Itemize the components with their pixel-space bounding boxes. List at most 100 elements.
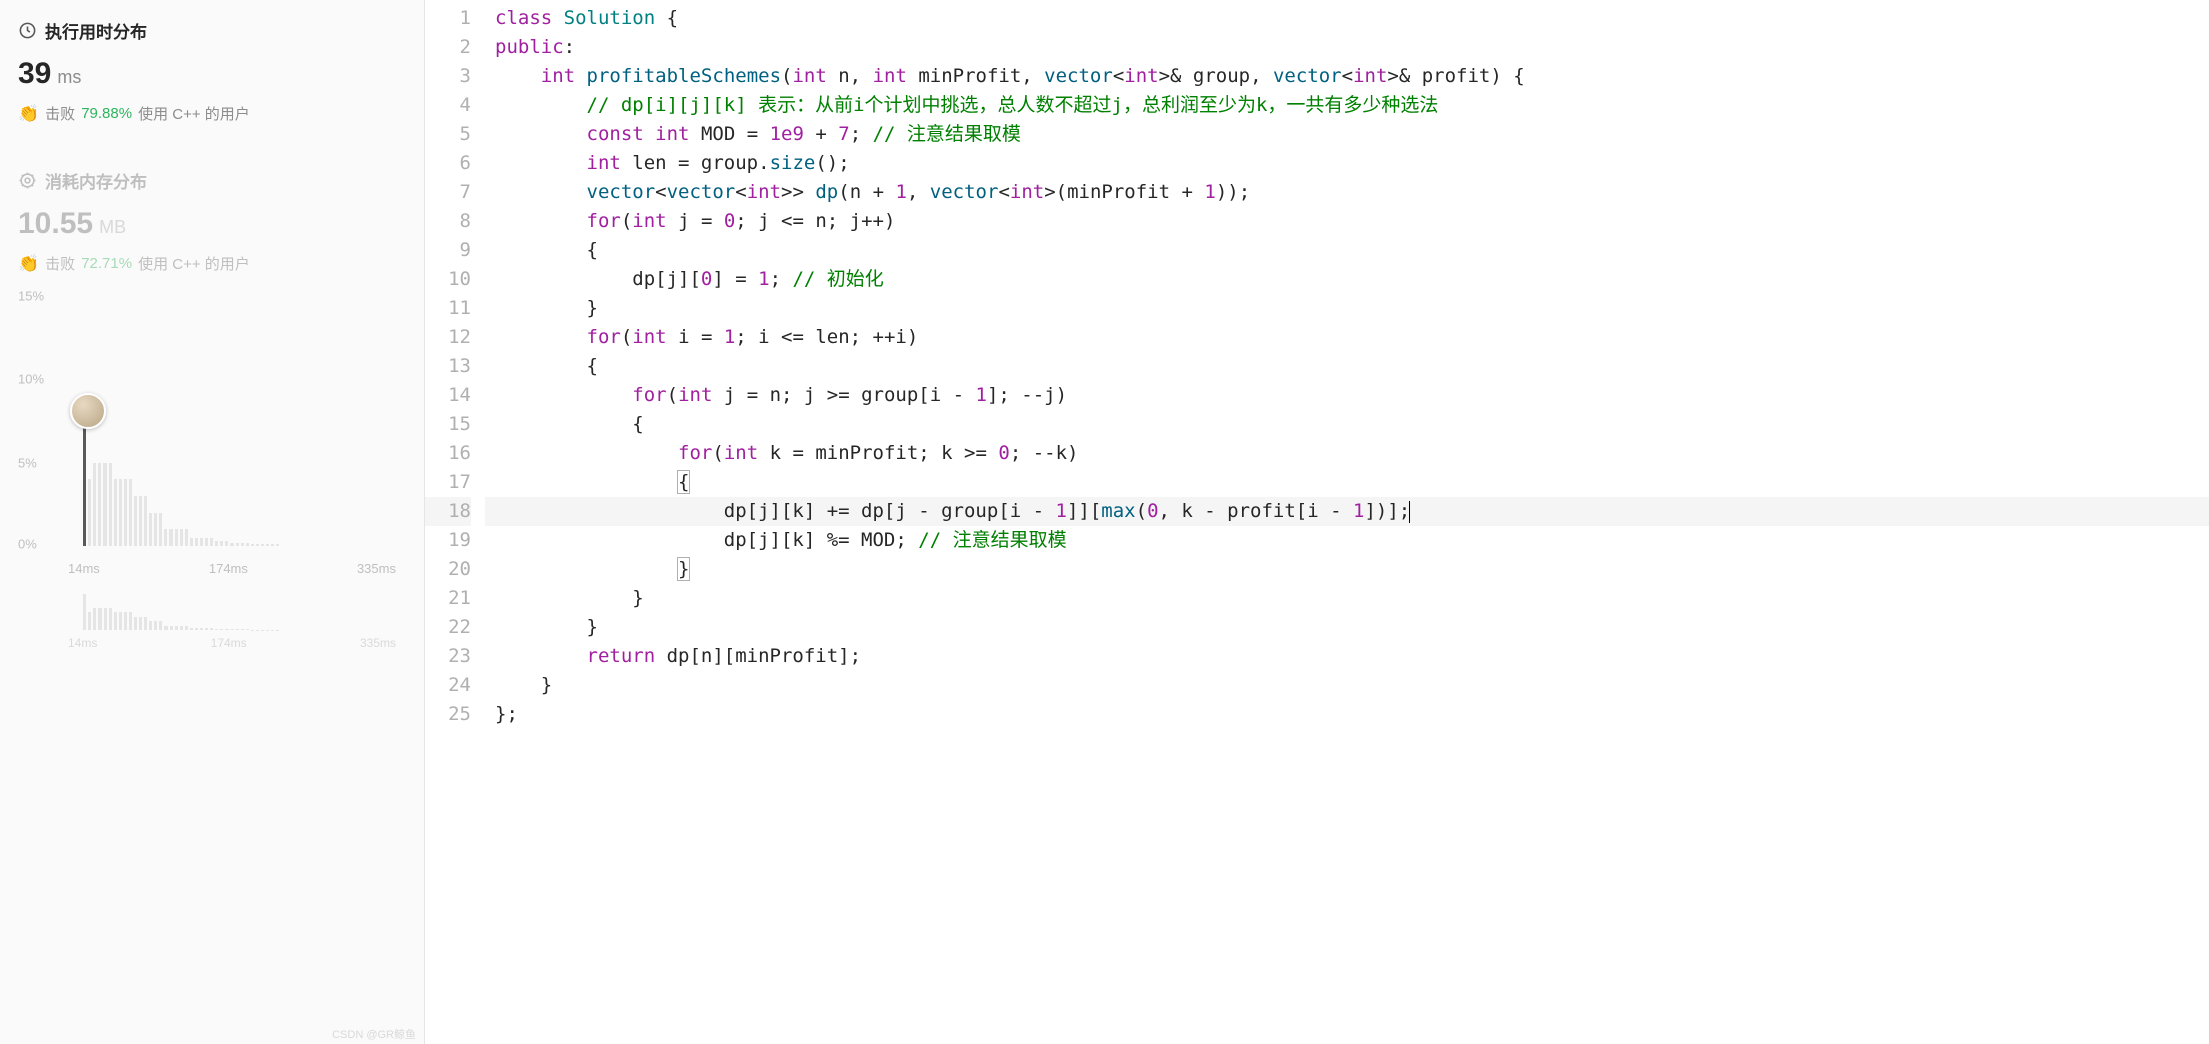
histogram-bar[interactable] bbox=[98, 463, 101, 546]
code-line[interactable]: public: bbox=[485, 33, 2209, 62]
line-number: 2 bbox=[425, 33, 471, 62]
code-line[interactable]: dp[j][k] %= MOD; // 注意结果取模 bbox=[485, 526, 2209, 555]
code-line[interactable]: class Solution { bbox=[485, 4, 2209, 33]
code-line[interactable]: dp[j][0] = 1; // 初始化 bbox=[485, 265, 2209, 294]
histogram-bar[interactable] bbox=[220, 541, 223, 546]
histogram-bar[interactable] bbox=[236, 543, 239, 546]
overview-bar bbox=[215, 629, 218, 630]
code-line[interactable]: for(int k = minProfit; k >= 0; --k) bbox=[485, 439, 2209, 468]
runtime-beat-label: 击败 bbox=[45, 103, 75, 124]
code-line[interactable]: } bbox=[485, 613, 2209, 642]
histogram-bar[interactable] bbox=[119, 479, 122, 546]
user-marker[interactable] bbox=[70, 393, 106, 429]
histogram-bar[interactable] bbox=[225, 541, 228, 546]
code-line[interactable]: const int MOD = 1e9 + 7; // 注意结果取模 bbox=[485, 120, 2209, 149]
memory-icon bbox=[18, 171, 37, 190]
line-number: 19 bbox=[425, 526, 471, 555]
line-number: 8 bbox=[425, 207, 471, 236]
histogram-bar[interactable] bbox=[154, 513, 157, 546]
code-line[interactable]: vector<vector<int>> dp(n + 1, vector<int… bbox=[485, 178, 2209, 207]
code-line[interactable]: { bbox=[485, 236, 2209, 265]
line-number: 11 bbox=[425, 294, 471, 323]
line-number: 6 bbox=[425, 149, 471, 178]
code-line[interactable]: for(int j = 0; j <= n; j++) bbox=[485, 207, 2209, 236]
histogram-bar[interactable] bbox=[114, 479, 117, 546]
code-line[interactable]: dp[j][k] += dp[j - group[i - 1]][max(0, … bbox=[485, 497, 2209, 526]
code-line[interactable]: } bbox=[485, 671, 2209, 700]
histogram-bar[interactable] bbox=[200, 538, 203, 546]
overview-bar bbox=[124, 612, 127, 630]
overview-bar bbox=[139, 617, 142, 631]
mini-x-tick: 14ms bbox=[68, 636, 97, 650]
histogram-bar[interactable] bbox=[164, 529, 167, 546]
code-line[interactable]: { bbox=[485, 468, 2209, 497]
overview-bar bbox=[98, 608, 101, 631]
runtime-overview-chart[interactable]: 14ms 174ms 335ms bbox=[18, 594, 406, 654]
line-number: 25 bbox=[425, 700, 471, 729]
code-line[interactable]: } bbox=[485, 294, 2209, 323]
runtime-distribution-chart[interactable]: 14ms 174ms 335ms 15%10%5%0% bbox=[18, 296, 406, 576]
histogram-bar[interactable] bbox=[83, 413, 86, 546]
histogram-bar[interactable] bbox=[246, 543, 249, 546]
histogram-bar[interactable] bbox=[144, 496, 147, 546]
overview-bar bbox=[225, 629, 228, 630]
line-number-gutter: 1234567891011121314151617181920212223242… bbox=[425, 0, 485, 1044]
histogram-bar[interactable] bbox=[129, 479, 132, 546]
line-number: 4 bbox=[425, 91, 471, 120]
histogram-bar[interactable] bbox=[266, 544, 269, 546]
histogram-bar[interactable] bbox=[195, 538, 198, 546]
histogram-bar[interactable] bbox=[134, 496, 137, 546]
histogram-bar[interactable] bbox=[175, 529, 178, 546]
overview-bar bbox=[154, 621, 157, 630]
histogram-bar[interactable] bbox=[241, 543, 244, 546]
histogram-bar[interactable] bbox=[271, 544, 274, 546]
code-line[interactable]: for(int j = n; j >= group[i - 1]; --j) bbox=[485, 381, 2209, 410]
histogram-bar[interactable] bbox=[109, 463, 112, 546]
histogram-bar[interactable] bbox=[210, 538, 213, 546]
histogram-bar[interactable] bbox=[185, 529, 188, 546]
histogram-bar[interactable] bbox=[159, 513, 162, 546]
histogram-bar[interactable] bbox=[261, 544, 264, 546]
histogram-bar[interactable] bbox=[169, 529, 172, 546]
histogram-bar[interactable] bbox=[139, 496, 142, 546]
code-editor[interactable]: 1234567891011121314151617181920212223242… bbox=[425, 0, 2209, 1044]
histogram-bar[interactable] bbox=[124, 479, 127, 546]
overview-bar bbox=[149, 621, 152, 630]
code-line[interactable]: for(int i = 1; i <= len; ++i) bbox=[485, 323, 2209, 352]
histogram-bar[interactable] bbox=[251, 544, 254, 546]
line-number: 22 bbox=[425, 613, 471, 642]
histogram-bar[interactable] bbox=[215, 541, 218, 546]
code-line[interactable]: int profitableSchemes(int n, int minProf… bbox=[485, 62, 2209, 91]
histogram-bar[interactable] bbox=[190, 538, 193, 546]
line-number: 3 bbox=[425, 62, 471, 91]
overview-bar bbox=[246, 629, 249, 630]
overview-bar bbox=[185, 626, 188, 631]
code-line[interactable]: }; bbox=[485, 700, 2209, 729]
histogram-bar[interactable] bbox=[103, 463, 106, 546]
histogram-bar[interactable] bbox=[88, 479, 91, 546]
stats-panel: 执行用时分布 39 ms 👏 击败 79.88% 使用 C++ 的用户 消耗内存… bbox=[0, 0, 425, 1044]
code-line[interactable]: return dp[n][minProfit]; bbox=[485, 642, 2209, 671]
histogram-bar[interactable] bbox=[230, 543, 233, 546]
histogram-bar[interactable] bbox=[180, 529, 183, 546]
code-line[interactable]: } bbox=[485, 584, 2209, 613]
histogram-bar[interactable] bbox=[205, 538, 208, 546]
line-number: 21 bbox=[425, 584, 471, 613]
overview-bar bbox=[164, 626, 167, 631]
memory-beat-tail: 使用 C++ 的用户 bbox=[138, 253, 250, 274]
code-line[interactable]: { bbox=[485, 410, 2209, 439]
histogram-bar[interactable] bbox=[276, 544, 279, 546]
line-number: 20 bbox=[425, 555, 471, 584]
code-body[interactable]: class Solution {public: int profitableSc… bbox=[485, 0, 2209, 1044]
y-tick: 5% bbox=[18, 455, 37, 470]
code-line[interactable]: } bbox=[485, 555, 2209, 584]
code-line[interactable]: { bbox=[485, 352, 2209, 381]
histogram-bar[interactable] bbox=[149, 513, 152, 546]
histogram-bar[interactable] bbox=[93, 463, 96, 546]
histogram-bar[interactable] bbox=[256, 544, 259, 546]
code-line[interactable]: // dp[i][j][k] 表示：从前i个计划中挑选，总人数不超过j，总利润至… bbox=[485, 91, 2209, 120]
code-line[interactable]: int len = group.size(); bbox=[485, 149, 2209, 178]
clap-icon: 👏 bbox=[18, 104, 39, 124]
line-number: 12 bbox=[425, 323, 471, 352]
y-tick: 0% bbox=[18, 536, 37, 551]
